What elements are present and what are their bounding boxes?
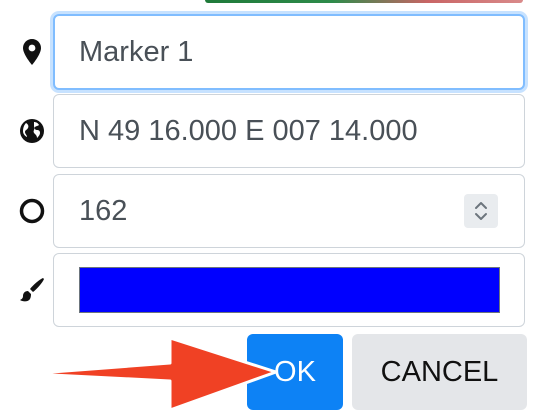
circle-icon: [14, 174, 50, 248]
ok-button-label: OK: [274, 355, 316, 388]
color-row: [0, 253, 548, 327]
radius-row: 162: [0, 174, 548, 248]
coordinates-input[interactable]: N 49 16.000 E 007 14.000: [53, 94, 525, 168]
radius-value: 162: [79, 194, 128, 227]
red-arrow-annotation: [50, 336, 278, 412]
marker-name-value: Marker 1: [79, 35, 194, 68]
stepper-arrows-icon: [475, 202, 487, 220]
map-marker-icon: [14, 14, 50, 90]
radius-input[interactable]: 162: [53, 174, 525, 248]
globe-icon: [14, 94, 50, 168]
paintbrush-icon: [14, 253, 50, 327]
cancel-button[interactable]: CANCEL: [352, 334, 527, 410]
top-decoration-strip: [205, 0, 523, 3]
coordinates-value: N 49 16.000 E 007 14.000: [79, 114, 418, 147]
color-swatch[interactable]: [79, 267, 500, 313]
number-stepper[interactable]: [464, 194, 498, 228]
marker-name-row: Marker 1: [0, 14, 548, 90]
coordinates-row: N 49 16.000 E 007 14.000: [0, 94, 548, 168]
color-picker[interactable]: [53, 253, 525, 327]
cancel-button-label: CANCEL: [380, 355, 499, 388]
marker-name-input[interactable]: Marker 1: [53, 14, 525, 90]
